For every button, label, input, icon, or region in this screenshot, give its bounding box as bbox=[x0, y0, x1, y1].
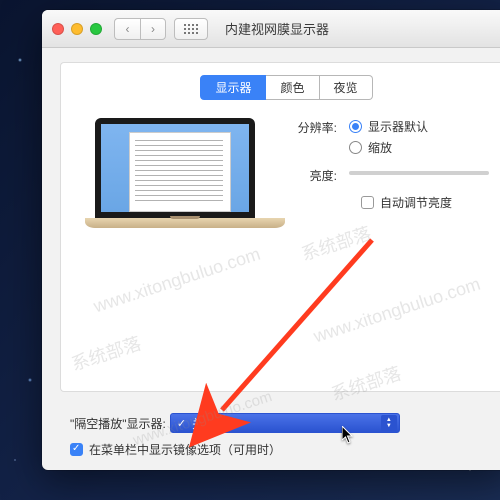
content-area: 显示器 颜色 夜览 分辨率: 显示器默认 bbox=[42, 48, 500, 392]
airplay-row: "隔空播放"显示器: ✓ 关闭 ▲▼ bbox=[70, 413, 494, 433]
display-settings-row: 分辨率: 显示器默认 缩放 bbox=[61, 118, 500, 228]
auto-brightness-option[interactable]: 自动调节亮度 bbox=[293, 194, 500, 211]
bottom-options: "隔空播放"显示器: ✓ 关闭 ▲▼ 在菜单栏中显示镜像选项（可用时） bbox=[42, 413, 500, 458]
back-button[interactable]: ‹ bbox=[114, 18, 140, 40]
radio-icon bbox=[349, 120, 362, 133]
nav-buttons: ‹ › bbox=[114, 18, 166, 40]
resolution-scaled-option[interactable]: 缩放 bbox=[349, 139, 428, 156]
airplay-label: "隔空播放"显示器: bbox=[70, 415, 166, 432]
device-preview bbox=[85, 118, 265, 228]
tab-color[interactable]: 颜色 bbox=[266, 75, 319, 100]
brightness-slider[interactable] bbox=[349, 171, 489, 175]
auto-brightness-label: 自动调节亮度 bbox=[380, 194, 452, 211]
laptop-base-icon bbox=[85, 218, 285, 228]
settings-panel: 显示器 颜色 夜览 分辨率: 显示器默认 bbox=[60, 62, 500, 392]
resolution-label: 分辨率: bbox=[293, 118, 349, 136]
preferences-window: ‹ › 内建视网膜显示器 显示器 颜色 夜览 bbox=[42, 10, 500, 470]
radio-icon bbox=[349, 141, 362, 154]
checkbox-icon bbox=[361, 196, 374, 209]
check-icon: ✓ bbox=[177, 417, 186, 430]
chevron-left-icon: ‹ bbox=[126, 22, 130, 36]
resolution-default-label: 显示器默认 bbox=[368, 118, 428, 135]
titlebar: ‹ › 内建视网膜显示器 bbox=[42, 10, 500, 48]
brightness-row: 亮度: bbox=[293, 166, 500, 184]
window-title: 内建视网膜显示器 bbox=[42, 19, 500, 38]
airplay-selected-value: 关闭 bbox=[192, 415, 216, 432]
minimize-icon[interactable] bbox=[71, 23, 83, 35]
resolution-scaled-label: 缩放 bbox=[368, 139, 392, 156]
mirror-label: 在菜单栏中显示镜像选项（可用时） bbox=[89, 441, 281, 458]
tab-night-shift[interactable]: 夜览 bbox=[320, 75, 373, 100]
forward-button[interactable]: › bbox=[140, 18, 166, 40]
close-icon[interactable] bbox=[52, 23, 64, 35]
dropdown-arrows-icon: ▲▼ bbox=[381, 415, 397, 431]
brightness-label: 亮度: bbox=[293, 166, 349, 184]
resolution-default-option[interactable]: 显示器默认 bbox=[349, 118, 428, 135]
grid-icon bbox=[184, 24, 198, 34]
tab-bar: 显示器 颜色 夜览 bbox=[61, 75, 500, 100]
airplay-dropdown[interactable]: ✓ 关闭 ▲▼ bbox=[170, 413, 400, 433]
resolution-row: 分辨率: 显示器默认 缩放 bbox=[293, 118, 500, 156]
mirror-option[interactable]: 在菜单栏中显示镜像选项（可用时） bbox=[70, 441, 494, 458]
laptop-screen-icon bbox=[95, 118, 255, 218]
zoom-icon[interactable] bbox=[90, 23, 102, 35]
window-controls bbox=[52, 23, 102, 35]
show-all-button[interactable] bbox=[174, 18, 208, 40]
tab-display[interactable]: 显示器 bbox=[200, 75, 266, 100]
chevron-right-icon: › bbox=[151, 22, 155, 36]
checkbox-icon bbox=[70, 443, 83, 456]
display-options: 分辨率: 显示器默认 缩放 bbox=[265, 118, 500, 228]
